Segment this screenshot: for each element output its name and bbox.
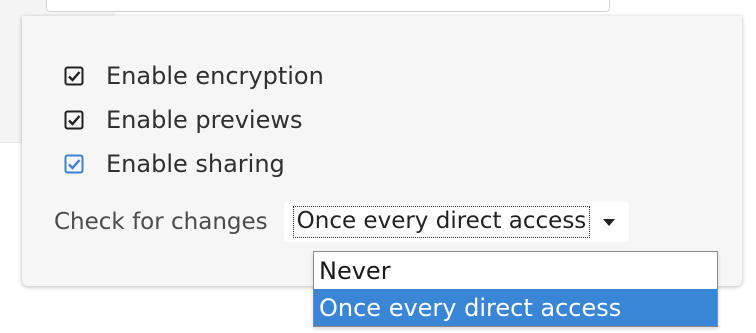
checkbox-checked-icon[interactable] bbox=[64, 66, 84, 86]
option-label: Enable sharing bbox=[106, 150, 285, 178]
top-input-edge bbox=[46, 0, 610, 12]
settings-stage: Enable encryption Enable previews Enable… bbox=[0, 0, 756, 333]
checkbox-checked-icon[interactable] bbox=[64, 154, 84, 174]
storage-options-popover: Enable encryption Enable previews Enable… bbox=[22, 16, 742, 286]
checkbox-checked-icon[interactable] bbox=[64, 110, 84, 130]
check-for-changes-select[interactable]: Once every direct access bbox=[283, 202, 630, 242]
check-for-changes-dropdown: Never Once every direct access bbox=[313, 251, 718, 327]
option-enable-encryption[interactable]: Enable encryption bbox=[64, 54, 324, 98]
option-enable-sharing[interactable]: Enable sharing bbox=[64, 142, 324, 186]
option-label: Enable encryption bbox=[106, 62, 324, 90]
option-label: Enable previews bbox=[106, 106, 303, 134]
check-for-changes-label: Check for changes bbox=[54, 209, 268, 235]
select-value: Once every direct access bbox=[292, 206, 591, 238]
check-for-changes-row: Check for changes Once every direct acce… bbox=[54, 202, 630, 242]
dropdown-option-once-every-direct-access[interactable]: Once every direct access bbox=[314, 289, 717, 326]
chevron-down-icon[interactable] bbox=[603, 218, 616, 226]
option-enable-previews[interactable]: Enable previews bbox=[64, 98, 324, 142]
dropdown-option-never[interactable]: Never bbox=[314, 252, 717, 289]
options-list: Enable encryption Enable previews Enable… bbox=[64, 54, 324, 186]
